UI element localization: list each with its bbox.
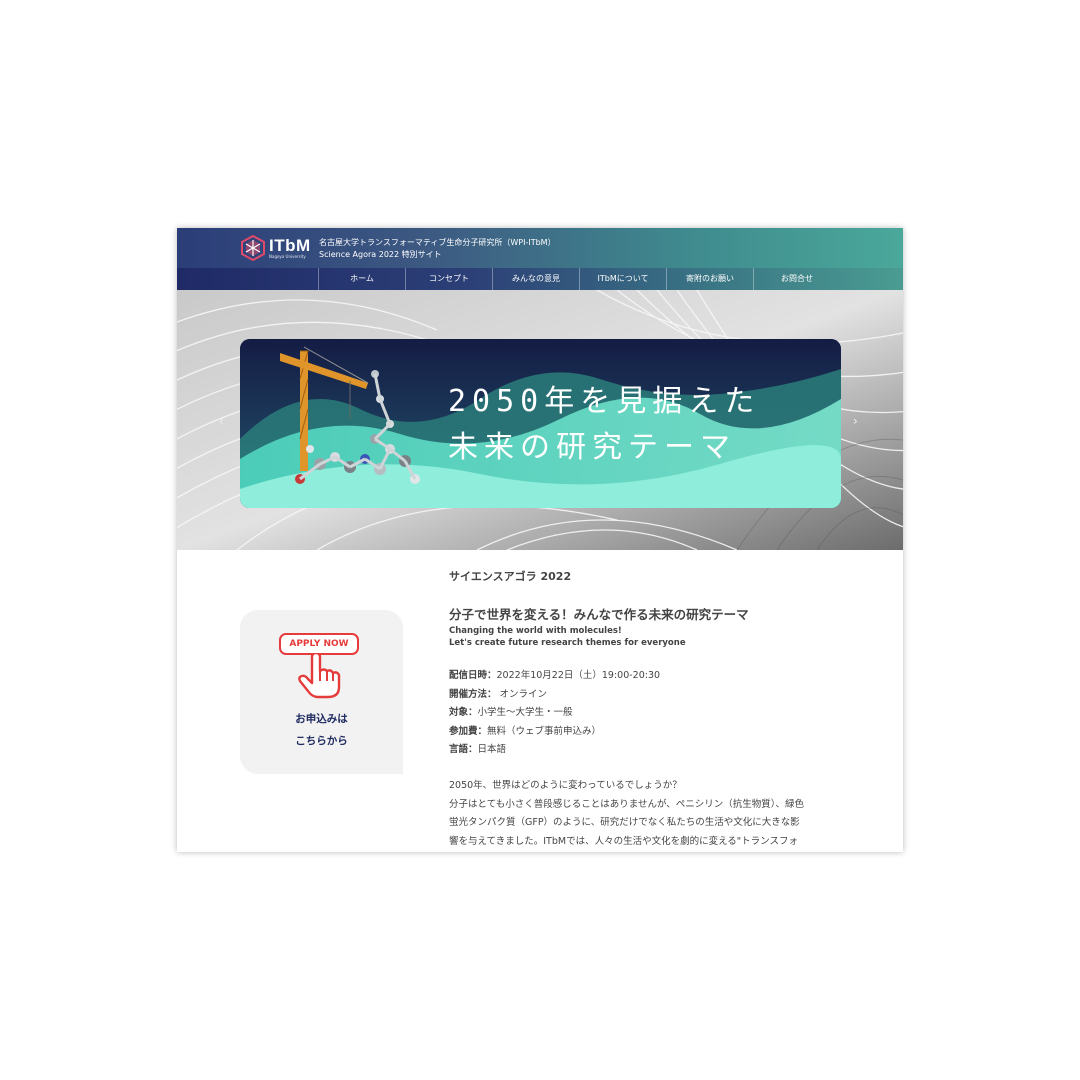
- banner-title: 2050年を見据えた 未来の研究テーマ: [448, 379, 760, 471]
- event-subtitle-line1: Changing the world with molecules!: [449, 626, 622, 636]
- detail-value: 2022年10月22日（土）19:00-20:30: [496, 670, 661, 681]
- detail-row-datetime: 配信日時：2022年10月22日（土）19:00-20:30: [449, 667, 660, 686]
- detail-value: 日本語: [477, 744, 507, 755]
- description-line: 2050年、世界はどのように変わっているでしょうか？: [449, 780, 682, 791]
- logo-wordmark: ITbM: [269, 236, 311, 255]
- itbm-logo-icon: [241, 234, 265, 262]
- event-description: 2050年、世界はどのように変わっているでしょうか？ 分子はとても小さく普段感じ…: [449, 777, 849, 851]
- detail-row-language: 言語：日本語: [449, 741, 660, 760]
- description-line: 蛍光タンパク質（GFP）のように、研究だけでなく私たちの生活や文化に大きな影: [449, 817, 800, 828]
- detail-value: オンライン: [496, 688, 548, 700]
- apply-text: お申込みは こちらから: [240, 708, 403, 752]
- browser-page: ITbM Nagoya University 名古屋大学トランスフォーマティブ生…: [177, 228, 903, 852]
- apply-text-line2: こちらから: [295, 735, 348, 747]
- site-title: 名古屋大学トランスフォーマティブ生命分子研究所（WPI-ITbM） Scienc…: [319, 237, 556, 261]
- description-line: 響を与えてきました。ITbMでは、人々の生活や文化を劇的に変える"トランスフォ: [449, 835, 798, 847]
- detail-value: 小学生〜大学生・一般: [477, 707, 573, 718]
- event-subtitle-line2: Let's create future research themes for …: [449, 638, 686, 648]
- apply-now-badge[interactable]: APPLY NOW: [279, 633, 359, 655]
- detail-value: 無料（ウェブ事前申込み）: [487, 725, 602, 737]
- banner-title-line1: 2050年を見据えた: [448, 384, 761, 419]
- nav-item-about-itbm[interactable]: ITbMについて: [579, 268, 666, 290]
- hero-banner[interactable]: 2050年を見据えた 未来の研究テーマ: [240, 339, 841, 508]
- apply-text-line1: お申込みは: [295, 713, 348, 725]
- detail-label: 配信日時：: [449, 670, 497, 681]
- site-title-line1: 名古屋大学トランスフォーマティブ生命分子研究所（WPI-ITbM）: [319, 238, 556, 247]
- pointing-hand-icon: [298, 653, 341, 699]
- hero-slider: ‹ › 2050年を見据えた 未来の研究テーマ: [177, 290, 903, 550]
- detail-label: 対象：: [449, 707, 478, 718]
- itbm-logo[interactable]: ITbM Nagoya University: [239, 234, 311, 262]
- main-nav: ホーム コンセプト みんなの意見 ITbMについて 寄附のお願い お問合せ: [177, 268, 903, 290]
- site-title-line2: Science Agora 2022 特別サイト: [319, 250, 442, 259]
- event-eyebrow: サイエンスアゴラ 2022: [449, 570, 572, 583]
- nav-item-home[interactable]: ホーム: [318, 268, 405, 290]
- apply-now-card[interactable]: APPLY NOW お申込みは こちらから: [240, 610, 403, 774]
- nav-item-opinions[interactable]: みんなの意見: [492, 268, 579, 290]
- nav-item-concept[interactable]: コンセプト: [405, 268, 492, 290]
- nav-item-donation[interactable]: 寄附のお願い: [666, 268, 753, 290]
- detail-row-audience: 対象：小学生〜大学生・一般: [449, 704, 660, 723]
- slider-prev-arrow[interactable]: ‹: [219, 414, 224, 428]
- detail-row-method: 開催方法： オンライン: [449, 686, 660, 705]
- detail-label: 開催方法：: [449, 688, 497, 700]
- nav-item-contact[interactable]: お問合せ: [753, 268, 840, 290]
- logo-subtext: Nagoya University: [269, 254, 306, 259]
- event-title: 分子で世界を変える！みんなで作る未来の研究テーマ: [449, 607, 749, 622]
- detail-row-fee: 参加費：無料（ウェブ事前申込み）: [449, 723, 660, 742]
- banner-title-line2: 未来の研究テーマ: [448, 430, 736, 465]
- detail-label: 言語：: [449, 744, 478, 755]
- detail-label: 参加費：: [449, 725, 488, 737]
- event-details: 配信日時：2022年10月22日（土）19:00-20:30 開催方法： オンラ…: [449, 667, 660, 760]
- description-line: 分子はとても小さく普段感じることはありませんが、ペニシリン（抗生物質）、緑色: [449, 798, 805, 810]
- slider-next-arrow[interactable]: ›: [853, 414, 858, 428]
- event-subtitle: Changing the world with molecules! Let's…: [449, 625, 686, 649]
